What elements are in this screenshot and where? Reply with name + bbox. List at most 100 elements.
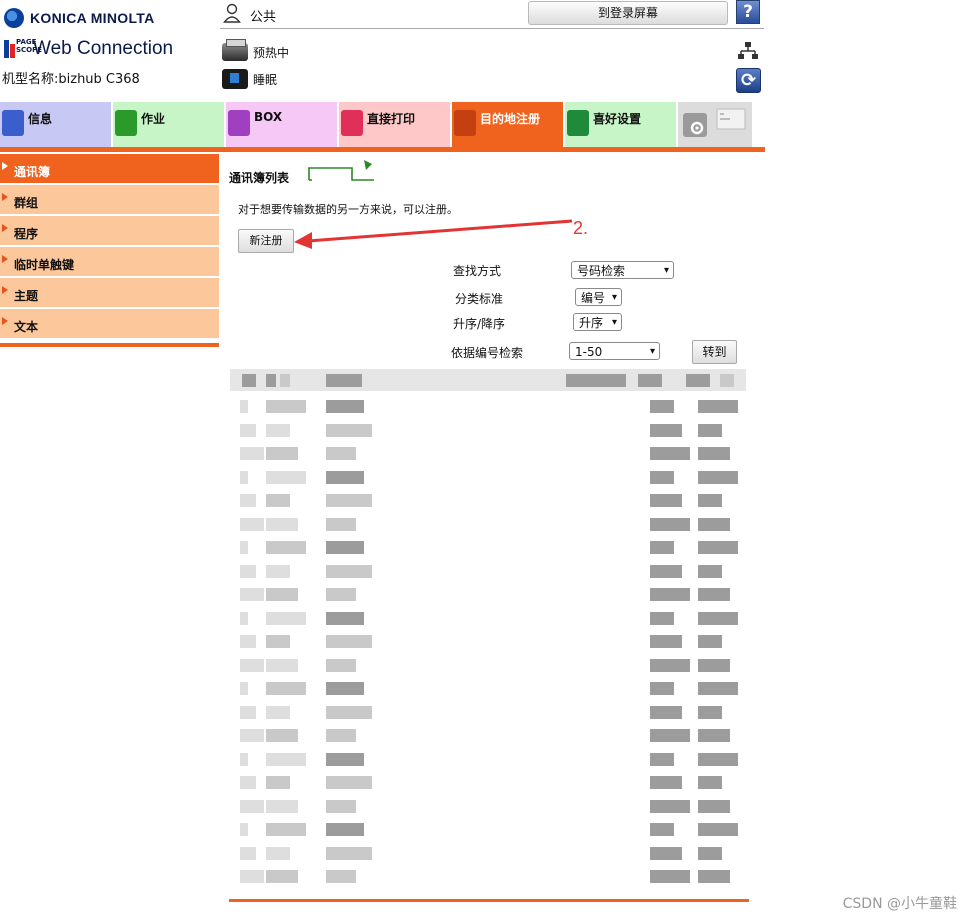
tab-settings[interactable] — [678, 102, 752, 147]
go-button[interactable]: 转到 — [692, 340, 737, 364]
range-select[interactable]: 1-50 ▾ — [569, 342, 660, 360]
blurred-cell — [266, 658, 298, 672]
sidebar-item-temp-one-touch[interactable]: 临时单触键 — [0, 247, 219, 276]
blurred-cell — [650, 447, 690, 460]
sidebar-item-text[interactable]: 文本 — [0, 309, 219, 338]
blurred-cell — [326, 564, 372, 578]
tab-job[interactable]: 作业 — [113, 102, 224, 147]
blurred-cell — [326, 400, 364, 413]
blurred-cell — [698, 588, 730, 601]
blurred-cell — [240, 400, 248, 413]
status-warming: 预热中 — [222, 39, 289, 61]
blurred-cell — [242, 374, 256, 387]
triangle-right-icon — [2, 255, 8, 263]
blurred-cell — [698, 470, 738, 484]
category-select[interactable]: 编号 ▾ — [575, 288, 622, 306]
sidebar-item-label: 文本 — [14, 320, 39, 334]
table-row — [230, 842, 746, 865]
range-label: 依据编号检索 — [451, 346, 524, 360]
user-label: 公共 — [250, 10, 277, 25]
triangle-right-icon — [2, 162, 8, 170]
blurred-cell — [266, 752, 306, 766]
table-row — [230, 654, 746, 677]
blurred-cell — [326, 752, 364, 766]
table-row — [230, 489, 746, 512]
table-row — [230, 513, 746, 536]
tab-label: 信息 — [28, 112, 53, 126]
to-login-screen-button[interactable]: 到登录屏幕 — [528, 1, 728, 25]
tab-destination-register[interactable]: 目的地注册 — [452, 102, 563, 147]
blurred-cell — [698, 658, 730, 672]
sidebar-item-group[interactable]: 群组 — [0, 185, 219, 214]
sidebar-underline — [0, 343, 219, 347]
blurred-cell — [698, 776, 722, 789]
blurred-cell — [698, 823, 738, 836]
blurred-cell — [650, 682, 674, 695]
blurred-cell — [266, 611, 306, 625]
blurred-cell — [698, 423, 722, 437]
tab-favorites[interactable]: 喜好设置 — [565, 102, 676, 147]
blurred-cell — [650, 611, 674, 625]
blurred-cell — [650, 846, 682, 860]
blurred-cell — [266, 846, 290, 860]
chevron-down-icon: ▾ — [611, 317, 617, 328]
refresh-icon[interactable]: ⟳ — [736, 68, 761, 93]
table-row — [230, 701, 746, 724]
blurred-cell — [240, 494, 256, 507]
category-label: 分类标准 — [455, 292, 504, 306]
blurred-cell — [266, 447, 298, 460]
main-tabs: 信息 作业 BOX 直接打印 目的地注册 喜好设置 — [0, 102, 765, 147]
page-title: 通讯簿列表 — [229, 171, 290, 185]
blurred-cell — [240, 517, 264, 531]
blurred-cell — [240, 470, 248, 484]
tab-info[interactable]: 信息 — [0, 102, 111, 147]
sidebar-item-subject[interactable]: 主题 — [0, 278, 219, 307]
network-icon[interactable] — [738, 42, 758, 60]
blurred-cell — [566, 374, 626, 387]
blurred-cell — [326, 517, 356, 531]
tab-direct-print[interactable]: 直接打印 — [339, 102, 450, 147]
table-row — [230, 536, 746, 559]
blurred-cell — [326, 447, 356, 460]
chevron-down-icon: ▾ — [663, 265, 669, 276]
blurred-cell — [266, 823, 306, 836]
blurred-cell — [650, 470, 674, 484]
tab-box[interactable]: BOX — [226, 102, 337, 147]
product-name: Web Connection — [33, 38, 174, 59]
blurred-cell — [720, 374, 734, 387]
blurred-cell — [650, 729, 690, 742]
blurred-cell — [650, 494, 682, 507]
blurred-cell — [698, 611, 738, 625]
table-row — [230, 677, 746, 700]
sidebar-item-label: 主题 — [14, 289, 39, 303]
blurred-cell — [698, 729, 730, 742]
watermark: CSDN @小牛童鞋 — [842, 896, 957, 912]
status-sleep: 睡眠 — [222, 69, 277, 89]
direct-print-icon — [341, 110, 363, 136]
blurred-cell — [266, 588, 298, 601]
table-row — [230, 442, 746, 465]
triangle-right-icon — [2, 317, 8, 325]
blurred-cell — [326, 658, 356, 672]
order-select[interactable]: 升序 ▾ — [573, 313, 622, 331]
blurred-cell — [650, 423, 682, 437]
sidebar-item-address-book[interactable]: 通讯簿 — [0, 154, 219, 183]
table-row — [230, 419, 746, 442]
blurred-cell — [326, 374, 362, 387]
blurred-cell — [326, 776, 372, 789]
blurred-cell — [698, 752, 738, 766]
search-method-select[interactable]: 号码检索 ▾ — [571, 261, 674, 279]
blurred-cell — [266, 494, 290, 507]
blurred-cell — [266, 682, 306, 695]
sidebar-item-label: 群组 — [14, 196, 39, 210]
new-register-button[interactable]: 新注册 — [238, 229, 294, 253]
help-icon[interactable]: ? — [736, 0, 760, 24]
blurred-cell — [240, 752, 248, 766]
user-icon — [223, 3, 241, 23]
blurred-cell — [266, 729, 298, 742]
triangle-right-icon — [2, 286, 8, 294]
table-row — [230, 466, 746, 489]
sidebar-item-label: 通讯簿 — [14, 165, 51, 179]
sidebar-item-program[interactable]: 程序 — [0, 216, 219, 245]
blurred-cell — [698, 494, 722, 507]
